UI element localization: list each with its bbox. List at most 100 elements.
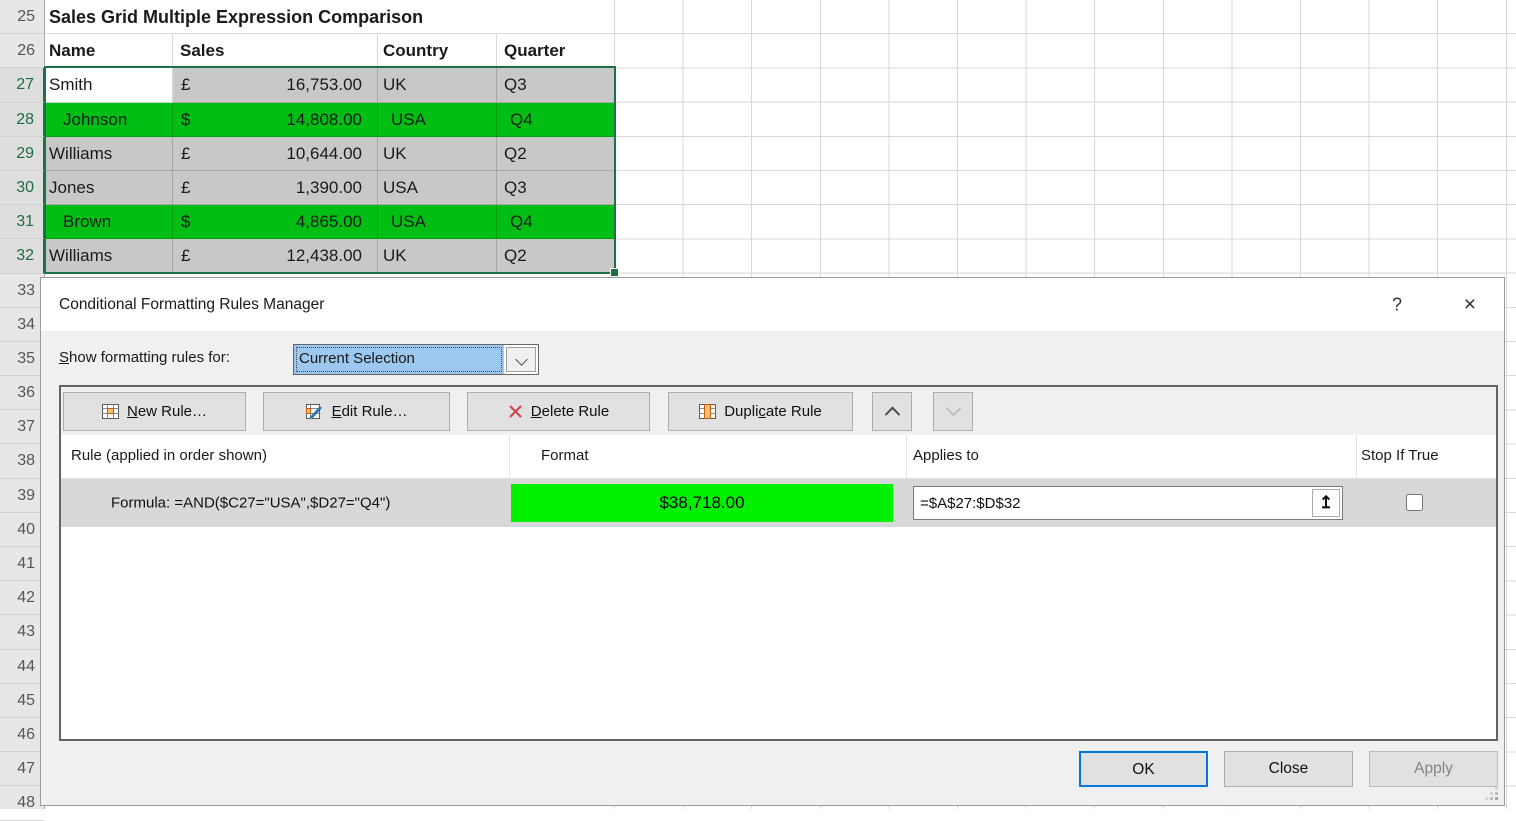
row-header[interactable]: 46 — [0, 718, 44, 752]
cell[interactable]: £16,753.00 — [173, 68, 378, 102]
row-header[interactable]: 47 — [0, 752, 44, 786]
cell[interactable]: Brown — [45, 205, 173, 239]
cell[interactable]: £1,390.00 — [173, 171, 378, 205]
row-header[interactable]: 42 — [0, 581, 44, 615]
row-header[interactable]: 37 — [0, 410, 44, 444]
rules-toolbar: New Rule… Edit Rule… Delete Rule Duplica… — [61, 387, 1496, 435]
conditional-formatting-rules-manager-dialog: Conditional Formatting Rules Manager ? ×… — [40, 277, 1505, 806]
table-row: Brown $4,865.00 USA Q4 — [45, 205, 615, 239]
row-header-column: 25 26 27 28 29 30 31 32 33 34 35 36 37 3… — [0, 0, 45, 809]
button-label: New Rule… — [127, 403, 207, 420]
help-icon[interactable]: ? — [1392, 294, 1402, 315]
currency-symbol: $ — [173, 205, 190, 238]
cell[interactable]: USA — [378, 171, 497, 205]
cell[interactable]: Williams — [45, 137, 173, 171]
cell[interactable]: £12,438.00 — [173, 239, 378, 273]
row-header[interactable]: 32 — [0, 239, 45, 273]
edit-rule-button[interactable]: Edit Rule… — [263, 392, 450, 431]
close-button[interactable]: Close — [1224, 751, 1353, 787]
cell[interactable]: Johnson — [45, 103, 173, 137]
edit-rule-pencil-icon — [306, 404, 324, 420]
rule-row[interactable]: Formula: =AND($C27="USA",$D27="Q4") $38,… — [61, 479, 1496, 527]
cell[interactable]: Q3 — [497, 68, 615, 102]
row-header[interactable]: 36 — [0, 376, 44, 410]
show-rules-label: Show formatting rules for: — [59, 349, 230, 366]
row-header[interactable]: 48 — [0, 786, 44, 820]
resize-grip[interactable] — [1485, 787, 1499, 801]
new-rule-button[interactable]: New Rule… — [63, 392, 246, 431]
close-icon[interactable]: × — [1464, 293, 1476, 317]
amount: 16,753.00 — [286, 68, 377, 101]
cell[interactable]: $14,808.00 — [173, 103, 378, 137]
row-header[interactable]: 26 — [0, 34, 44, 68]
delete-x-icon — [508, 404, 523, 419]
row-header[interactable]: 40 — [0, 513, 44, 547]
dropdown-arrow-button[interactable] — [506, 347, 536, 372]
currency-symbol: £ — [173, 239, 190, 272]
table-row: Johnson $14,808.00 USA Q4 — [45, 103, 615, 137]
dialog-titlebar[interactable]: Conditional Formatting Rules Manager ? × — [41, 278, 1504, 331]
stop-if-true-checkbox[interactable] — [1406, 494, 1423, 511]
column-header-name[interactable]: Name — [45, 34, 173, 68]
row-header[interactable]: 45 — [0, 684, 44, 718]
cell[interactable]: $4,865.00 — [173, 205, 378, 239]
header-rule: Rule (applied in order shown) — [71, 447, 267, 464]
row-header[interactable]: 38 — [0, 444, 44, 478]
cell[interactable]: Q4 — [497, 205, 615, 239]
collapse-dialog-icon[interactable]: ↥ — [1312, 489, 1340, 517]
chevron-down-icon — [515, 353, 528, 366]
header-separator — [1356, 435, 1357, 478]
column-header-country[interactable]: Country — [378, 34, 497, 68]
cell[interactable]: UK — [378, 137, 497, 171]
dialog-title: Conditional Formatting Rules Manager — [59, 296, 324, 314]
cell[interactable]: Jones — [45, 171, 173, 205]
cell[interactable]: UK — [378, 68, 497, 102]
row-header[interactable]: 43 — [0, 615, 44, 649]
row-header[interactable]: 41 — [0, 547, 44, 581]
row-header[interactable]: 33 — [0, 274, 44, 308]
move-rule-down-button[interactable] — [933, 392, 973, 431]
cell[interactable]: Q2 — [497, 239, 615, 273]
duplicate-rule-button[interactable]: Duplicate Rule — [668, 392, 853, 431]
column-header-sales[interactable]: Sales — [173, 34, 378, 68]
amount: 1,390.00 — [296, 171, 377, 204]
button-label: Edit Rule… — [332, 403, 408, 420]
row-header[interactable]: 30 — [0, 171, 45, 205]
ok-button[interactable]: OK — [1079, 751, 1208, 787]
label-text: how formatting rules for: — [69, 349, 230, 366]
move-rule-up-button[interactable] — [872, 392, 912, 431]
cell[interactable]: Williams — [45, 239, 173, 273]
table-row: Smith £16,753.00 UK Q3 — [45, 68, 615, 102]
row-header[interactable]: 39 — [0, 479, 44, 513]
column-header-quarter[interactable]: Quarter — [497, 34, 615, 68]
rules-list: New Rule… Edit Rule… Delete Rule Duplica… — [59, 385, 1498, 741]
row-header[interactable]: 28 — [0, 103, 45, 137]
delete-rule-button[interactable]: Delete Rule — [467, 392, 650, 431]
header-stop-if-true: Stop If True — [1361, 447, 1439, 464]
button-label: Delete Rule — [531, 403, 609, 420]
row-header[interactable]: 25 — [0, 0, 44, 34]
row-header[interactable]: 31 — [0, 205, 45, 239]
applies-to-input[interactable] — [914, 487, 1310, 519]
cell[interactable]: Q2 — [497, 137, 615, 171]
amount: 12,438.00 — [286, 239, 377, 272]
cell[interactable]: £10,644.00 — [173, 137, 378, 171]
cell[interactable]: Q4 — [497, 103, 615, 137]
table-row: Williams £10,644.00 UK Q2 — [45, 137, 615, 171]
row-header[interactable]: 27 — [0, 68, 45, 102]
dropdown-selected-value[interactable]: Current Selection — [294, 345, 504, 374]
row-header[interactable]: 29 — [0, 137, 45, 171]
table-row: Jones £1,390.00 USA Q3 — [45, 171, 615, 205]
cell[interactable]: Smith — [45, 68, 173, 102]
cell[interactable]: Q3 — [497, 171, 615, 205]
row-header[interactable]: 35 — [0, 342, 44, 376]
show-rules-dropdown[interactable]: Current Selection — [293, 344, 539, 375]
cell[interactable]: USA — [378, 103, 497, 137]
cell[interactable]: UK — [378, 239, 497, 273]
table-header-row: Name Sales Country Quarter — [45, 34, 615, 68]
row-header[interactable]: 44 — [0, 650, 44, 684]
cell[interactable]: USA — [378, 205, 497, 239]
row-header[interactable]: 34 — [0, 308, 44, 342]
apply-button[interactable]: Apply — [1369, 751, 1498, 787]
sheet-title[interactable]: Sales Grid Multiple Expression Compariso… — [45, 0, 423, 34]
